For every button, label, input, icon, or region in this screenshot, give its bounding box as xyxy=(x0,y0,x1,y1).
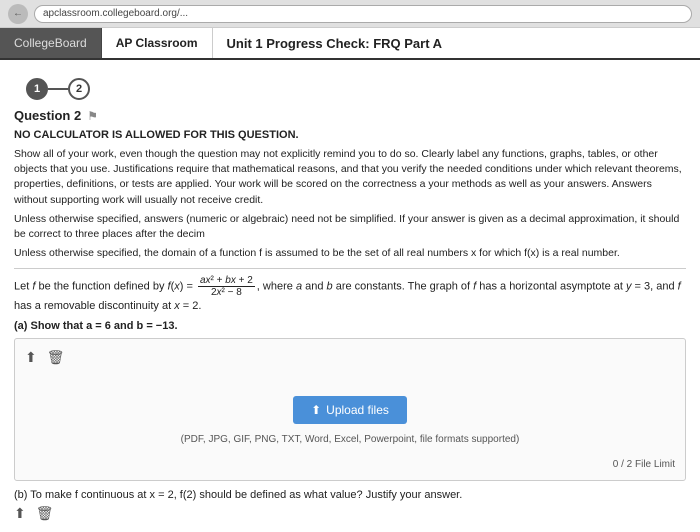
upload-area: ⬆ Upload files (PDF, JPG, GIF, PNG, TXT,… xyxy=(25,376,675,455)
page-title-text: Unit 1 Progress Check: FRQ Part A xyxy=(227,36,443,51)
part-b-question: (b) To make f continuous at x = 2, f(2) … xyxy=(14,489,686,501)
browser-bar: ← apclassroom.collegeboard.org/... xyxy=(0,0,700,28)
part-b-upload-icon[interactable]: ⬆ xyxy=(14,505,26,522)
url-bar[interactable]: apclassroom.collegeboard.org/... xyxy=(34,5,692,23)
upload-formats: (PDF, JPG, GIF, PNG, TXT, Word, Excel, P… xyxy=(181,434,520,445)
upload-box: ⬆ 🗑 ⬆ Upload files (PDF, JPG, GIF, PNG, … xyxy=(14,338,686,481)
file-limit: 0 / 2 File Limit xyxy=(25,459,675,470)
upload-toolbar: ⬆ 🗑 xyxy=(25,349,675,366)
upload-arrow-icon: ⬆ xyxy=(311,403,321,417)
step-indicator: 1 2 xyxy=(14,70,686,108)
part-b-toolbar: ⬆ 🗑 xyxy=(14,505,686,522)
step-connector xyxy=(48,88,68,90)
upload-toolbar-arrow-icon[interactable]: ⬆ xyxy=(25,349,37,366)
part-a-question: (a) Show that a = 6 and b = −13. xyxy=(14,320,686,332)
no-calc-notice: NO CALCULATOR IS ALLOWED FOR THIS QUESTI… xyxy=(14,129,686,141)
divider xyxy=(14,268,686,269)
nav-tabs: CollegeBoard AP Classroom Unit 1 Progres… xyxy=(0,28,700,60)
back-button[interactable]: ← xyxy=(8,4,28,24)
function-definition: Let f be the function defined by f(x) = … xyxy=(14,275,686,315)
tab-apclassroom-label: AP Classroom xyxy=(116,36,198,50)
trash-icon[interactable]: 🗑 xyxy=(47,349,65,366)
tab-apclassroom[interactable]: AP Classroom xyxy=(102,28,213,58)
page-title: Unit 1 Progress Check: FRQ Part A xyxy=(213,28,700,58)
upload-btn-label: Upload files xyxy=(326,403,389,417)
instructions-1: Show all of your work, even though the q… xyxy=(14,147,686,208)
flag-icon[interactable]: ⚑ xyxy=(87,109,98,123)
step-1[interactable]: 1 xyxy=(26,78,48,100)
part-b-trash-icon[interactable]: 🗑 xyxy=(36,505,54,522)
tab-collegeboard-label: CollegeBoard xyxy=(14,36,87,50)
main-content: 1 2 Question 2 ⚑ NO CALCULATOR IS ALLOWE… xyxy=(0,60,700,532)
question-title: Question 2 xyxy=(14,108,81,123)
step-2[interactable]: 2 xyxy=(68,78,90,100)
part-b-label: (b) To make f continuous at x = 2, f(2) … xyxy=(14,489,462,501)
upload-files-button[interactable]: ⬆ Upload files xyxy=(293,396,407,424)
fraction: ax² + bx + 2 2x² − 8 xyxy=(198,275,255,298)
question-header: Question 2 ⚑ xyxy=(14,108,686,123)
url-text: apclassroom.collegeboard.org/... xyxy=(43,8,188,19)
instructions-2: Unless otherwise specified, answers (num… xyxy=(14,212,686,242)
instructions-3: Unless otherwise specified, the domain o… xyxy=(14,246,686,261)
tab-collegeboard[interactable]: CollegeBoard xyxy=(0,28,102,58)
